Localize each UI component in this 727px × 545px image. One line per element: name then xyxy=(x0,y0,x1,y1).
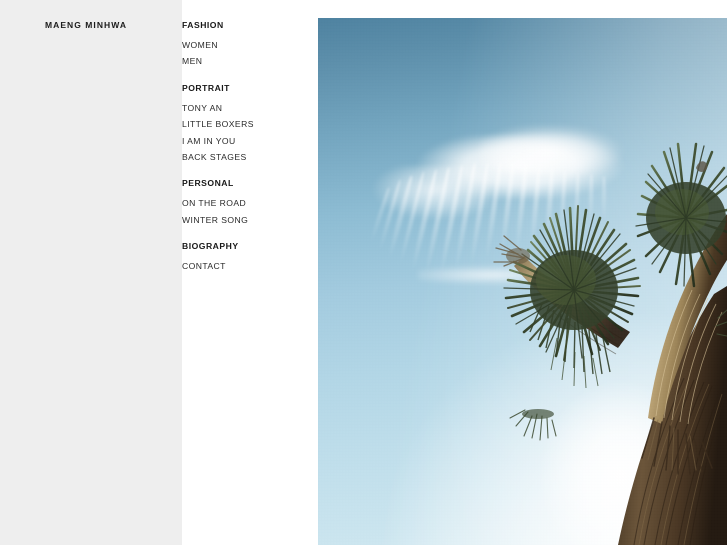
nav-item-on-the-road[interactable]: ON THE ROAD xyxy=(182,195,318,211)
feature-photo[interactable] xyxy=(318,18,727,545)
photo-stage xyxy=(318,18,727,545)
main-navigation: FASHION WOMEN MEN PORTRAIT TONY AN LITTL… xyxy=(182,0,318,545)
nav-item-men[interactable]: MEN xyxy=(182,53,318,69)
nav-item-contact[interactable]: CONTACT xyxy=(182,258,318,274)
nav-item-little-boxers[interactable]: LITTLE BOXERS xyxy=(182,116,318,132)
nav-group-portrait: PORTRAIT TONY AN LITTLE BOXERS I AM IN Y… xyxy=(182,82,318,166)
nav-heading-fashion[interactable]: FASHION xyxy=(182,19,318,32)
nav-group-personal: PERSONAL ON THE ROAD WINTER SONG xyxy=(182,177,318,228)
nav-group-fashion: FASHION WOMEN MEN xyxy=(182,19,318,70)
nav-item-i-am-in-you[interactable]: I AM IN YOU xyxy=(182,133,318,149)
page-root: MAENG MINHWA FASHION WOMEN MEN PORTRAIT … xyxy=(0,0,727,545)
joshua-tree xyxy=(318,18,727,545)
nav-heading-biography[interactable]: BIOGRAPHY xyxy=(182,240,318,253)
nav-item-back-stages[interactable]: BACK STAGES xyxy=(182,149,318,165)
nav-item-women[interactable]: WOMEN xyxy=(182,37,318,53)
site-logo[interactable]: MAENG MINHWA xyxy=(45,20,127,30)
nav-heading-personal[interactable]: PERSONAL xyxy=(182,177,318,190)
nav-item-winter-song[interactable]: WINTER SONG xyxy=(182,212,318,228)
brand-panel: MAENG MINHWA xyxy=(0,0,182,545)
nav-heading-portrait[interactable]: PORTRAIT xyxy=(182,82,318,95)
nav-group-biography: BIOGRAPHY CONTACT xyxy=(182,240,318,274)
nav-item-tony-an[interactable]: TONY AN xyxy=(182,100,318,116)
